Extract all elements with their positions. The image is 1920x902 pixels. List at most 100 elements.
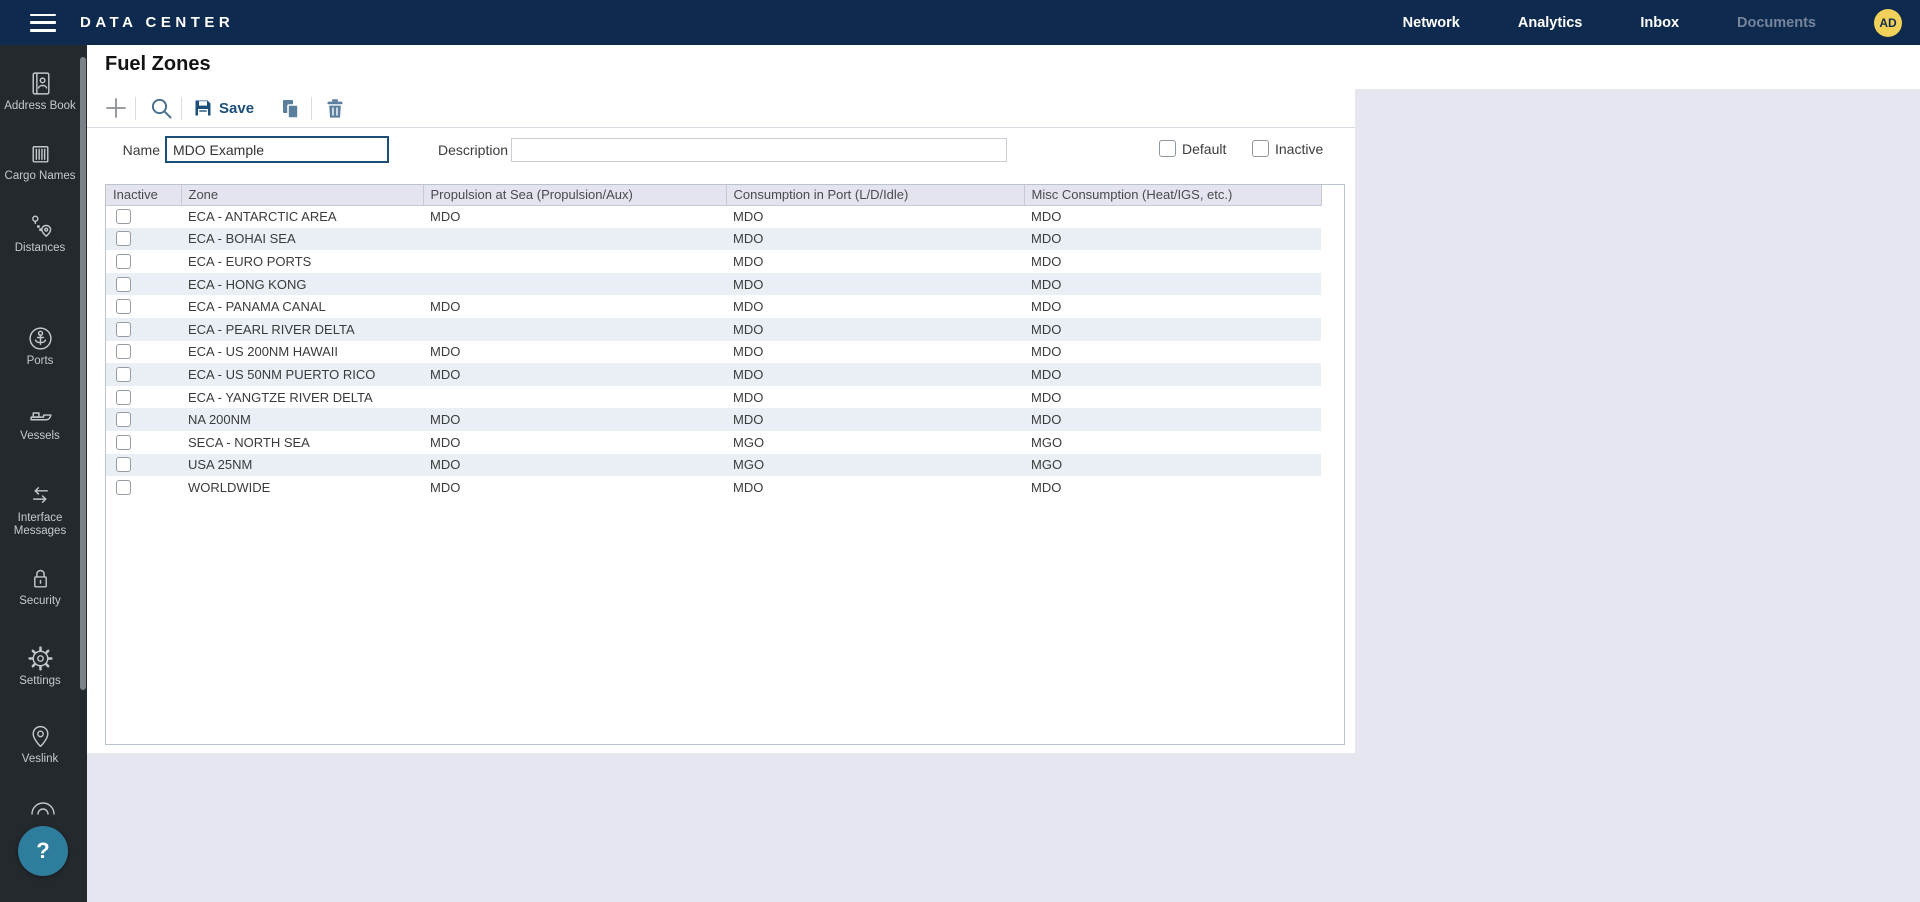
table-row[interactable]: SECA - NORTH SEA MDO MGO MGO [106, 431, 1321, 454]
row-inactive-cell [106, 431, 181, 454]
row-inactive-cell [106, 228, 181, 251]
row-inactive-checkbox[interactable] [116, 277, 131, 292]
add-button[interactable] [103, 89, 129, 127]
row-zone-cell: NA 200NM [181, 408, 423, 431]
help-button[interactable]: ? [18, 826, 68, 876]
table-row[interactable]: ECA - PANAMA CANAL MDO MDO MDO [106, 295, 1321, 318]
row-port-cell: MDO [726, 341, 1024, 364]
row-propulsion-cell [423, 273, 726, 296]
page-title: Fuel Zones [105, 53, 211, 76]
description-input[interactable] [511, 138, 1007, 162]
sidebar-item-distances[interactable]: Distances [0, 212, 80, 255]
row-port-cell: MDO [726, 273, 1024, 296]
column-header[interactable]: Consumption in Port (L/D/Idle) [726, 185, 1024, 205]
table-row[interactable]: ECA - HONG KONG MDO MDO [106, 273, 1321, 296]
nav-item-analytics[interactable]: Analytics [1518, 15, 1582, 31]
default-checkbox-group[interactable]: Default [1159, 140, 1226, 157]
table-row[interactable]: ECA - US 200NM HAWAII MDO MDO MDO [106, 341, 1321, 364]
table-row[interactable]: WORLDWIDE MDO MDO MDO [106, 476, 1321, 499]
fuel-zones-panel: Fuel Zones [87, 45, 1355, 753]
row-inactive-checkbox[interactable] [116, 209, 131, 224]
column-header[interactable]: Misc Consumption (Heat/IGS, etc.) [1024, 185, 1321, 205]
row-inactive-checkbox[interactable] [116, 435, 131, 450]
sidebar-item-ports[interactable]: Ports [0, 325, 80, 368]
sidebar-item-cargo-names[interactable]: Cargo Names [0, 140, 80, 183]
row-port-cell: MDO [726, 476, 1024, 499]
sidebar-scrollbar[interactable] [80, 57, 86, 690]
row-misc-cell: MDO [1024, 341, 1321, 364]
delete-icon [324, 97, 346, 120]
table-row[interactable]: ECA - US 50NM PUERTO RICO MDO MDO MDO [106, 363, 1321, 386]
row-inactive-checkbox[interactable] [116, 231, 131, 246]
row-inactive-checkbox[interactable] [116, 344, 131, 359]
row-port-cell: MDO [726, 386, 1024, 409]
row-inactive-cell [106, 295, 181, 318]
default-checkbox[interactable] [1159, 140, 1176, 157]
row-propulsion-cell: MDO [423, 363, 726, 386]
save-icon [193, 98, 213, 118]
row-inactive-checkbox[interactable] [116, 367, 131, 382]
menu-icon[interactable] [30, 14, 56, 32]
row-inactive-checkbox[interactable] [116, 254, 131, 269]
delete-button[interactable] [324, 89, 346, 127]
column-header[interactable]: Inactive [106, 185, 181, 205]
sidebar-item-label: Settings [0, 675, 80, 688]
sidebar-item-vessels[interactable]: Vessels [0, 400, 80, 443]
table-row[interactable]: ECA - PEARL RIVER DELTA MDO MDO [106, 318, 1321, 341]
table-row[interactable]: NA 200NM MDO MDO MDO [106, 408, 1321, 431]
sidebar-item-label: Interface Messages [0, 512, 80, 538]
toolbar-divider [181, 97, 182, 120]
table-row[interactable]: USA 25NM MDO MGO MGO [106, 454, 1321, 477]
sidebar-item-address-book[interactable]: Address Book [0, 70, 80, 113]
inactive-checkbox[interactable] [1252, 140, 1269, 157]
signal-arc-icon [28, 798, 58, 815]
sidebar-item-security[interactable]: Security [0, 565, 80, 608]
row-inactive-checkbox[interactable] [116, 390, 131, 405]
nav-item-inbox[interactable]: Inbox [1640, 15, 1679, 31]
name-input[interactable] [165, 136, 389, 163]
row-inactive-checkbox[interactable] [116, 412, 131, 427]
sidebar-item-settings[interactable]: Settings [0, 645, 80, 688]
main-content: Fuel Zones [87, 45, 1920, 902]
row-inactive-checkbox[interactable] [116, 299, 131, 314]
save-button[interactable]: Save [193, 89, 254, 127]
app-header: DATA CENTER NetworkAnalyticsInboxDocumen… [0, 0, 1920, 45]
default-checkbox-label: Default [1182, 141, 1226, 157]
row-misc-cell: MDO [1024, 318, 1321, 341]
security-icon [27, 565, 54, 592]
fuel-zones-table: InactiveZonePropulsion at Sea (Propulsio… [106, 185, 1322, 499]
table-row[interactable]: ECA - BOHAI SEA MDO MDO [106, 228, 1321, 251]
row-inactive-cell [106, 476, 181, 499]
user-avatar[interactable]: AD [1874, 9, 1902, 37]
sidebar-item-veslink[interactable]: Veslink [0, 723, 80, 766]
nav-item-documents[interactable]: Documents [1737, 15, 1816, 31]
sidebar-item-interface-messages[interactable]: Interface Messages [0, 482, 80, 538]
row-inactive-checkbox[interactable] [116, 457, 131, 472]
veslink-icon [27, 723, 54, 750]
search-button[interactable] [149, 89, 174, 127]
row-propulsion-cell: MDO [423, 454, 726, 477]
row-inactive-checkbox[interactable] [116, 480, 131, 495]
row-zone-cell: ECA - US 200NM HAWAII [181, 341, 423, 364]
table-row[interactable]: ECA - ANTARCTIC AREA MDO MDO MDO [106, 205, 1321, 228]
table-row[interactable]: ECA - EURO PORTS MDO MDO [106, 250, 1321, 273]
toolbar-divider [311, 97, 312, 120]
copy-button[interactable] [279, 89, 302, 127]
row-zone-cell: ECA - US 50NM PUERTO RICO [181, 363, 423, 386]
header-nav: Network Analytics Inbox Documents AD [1403, 9, 1920, 37]
inactive-checkbox-group[interactable]: Inactive [1252, 140, 1323, 157]
column-header[interactable]: Propulsion at Sea (Propulsion/Aux) [423, 185, 726, 205]
row-propulsion-cell: MDO [423, 476, 726, 499]
nav-item-network[interactable]: Network [1403, 15, 1460, 31]
row-misc-cell: MDO [1024, 205, 1321, 228]
toolbar-divider [135, 97, 136, 120]
table-row[interactable]: ECA - YANGTZE RIVER DELTA MDO MDO [106, 386, 1321, 409]
column-header[interactable]: Zone [181, 185, 423, 205]
row-inactive-cell [106, 363, 181, 386]
row-zone-cell: ECA - BOHAI SEA [181, 228, 423, 251]
row-port-cell: MDO [726, 408, 1024, 431]
address-book-icon [27, 70, 54, 97]
row-misc-cell: MDO [1024, 228, 1321, 251]
row-inactive-checkbox[interactable] [116, 322, 131, 337]
row-zone-cell: ECA - PEARL RIVER DELTA [181, 318, 423, 341]
